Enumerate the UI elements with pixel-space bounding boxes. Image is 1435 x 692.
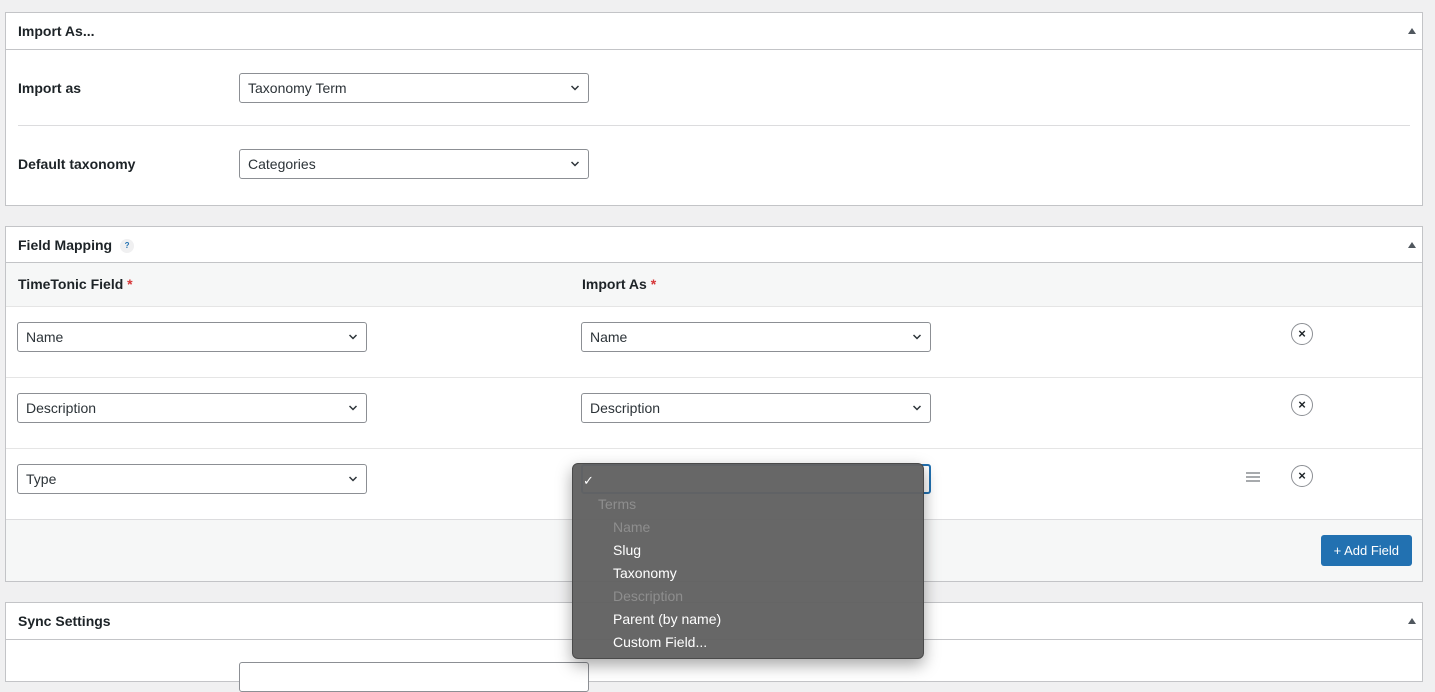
- chevron-down-icon: [349, 476, 357, 482]
- import-as-panel-header[interactable]: Import As...: [6, 13, 1422, 50]
- panel-title: Field Mapping?: [18, 237, 135, 253]
- import-as-select[interactable]: Taxonomy Term: [239, 73, 589, 103]
- chevron-down-icon: [913, 334, 921, 340]
- panel-title: Import As...: [18, 23, 95, 39]
- mapping-row: Name Name ×: [6, 306, 1422, 377]
- import-as-panel: Import As... Import as Taxonomy Term Def…: [5, 12, 1423, 206]
- drag-handle-icon[interactable]: [1246, 472, 1260, 482]
- select-value: Description: [26, 400, 97, 416]
- chevron-down-icon: [571, 161, 579, 167]
- column-header-label: TimeTonic Field: [18, 276, 124, 292]
- collapse-arrow-icon[interactable]: [1408, 618, 1416, 624]
- default-taxonomy-label: Default taxonomy: [18, 156, 136, 172]
- option-parent-by-name[interactable]: Parent (by name): [613, 609, 721, 629]
- option-slug[interactable]: Slug: [613, 540, 641, 560]
- collapse-arrow-icon[interactable]: [1408, 242, 1416, 248]
- column-header-timetonic-field: TimeTonic Field *: [18, 276, 133, 292]
- column-header-label: Import As: [582, 276, 647, 292]
- chevron-down-icon: [349, 334, 357, 340]
- option-custom-field[interactable]: Custom Field...: [613, 632, 707, 652]
- option-taxonomy[interactable]: Taxonomy: [613, 563, 677, 583]
- import-as-dropdown-menu: ✓ Terms Name Slug Taxonomy Description P…: [572, 463, 924, 659]
- chevron-down-icon: [349, 405, 357, 411]
- import-as-field-select[interactable]: Name: [581, 322, 931, 352]
- required-mark: *: [650, 276, 657, 292]
- panel-title: Sync Settings: [18, 613, 111, 629]
- remove-row-button[interactable]: ×: [1291, 394, 1313, 416]
- import-as-field-select[interactable]: Description: [581, 393, 931, 423]
- option-description: Description: [613, 588, 684, 604]
- collapse-arrow-icon[interactable]: [1408, 28, 1416, 34]
- field-mapping-panel-header[interactable]: Field Mapping?: [6, 227, 1422, 263]
- select-value: Name: [590, 329, 628, 345]
- default-taxonomy-select[interactable]: Categories: [239, 149, 589, 179]
- remove-row-button[interactable]: ×: [1291, 465, 1313, 487]
- add-field-button[interactable]: + Add Field: [1320, 535, 1412, 566]
- timetonic-field-select[interactable]: Name: [17, 322, 367, 352]
- mapping-row: Description Description ×: [6, 377, 1422, 448]
- default-taxonomy-select-value: Categories: [248, 156, 316, 172]
- option-name: Name: [613, 519, 651, 535]
- timetonic-field-select[interactable]: Description: [17, 393, 367, 423]
- column-header-import-as: Import As *: [582, 276, 656, 292]
- timetonic-field-select[interactable]: Type: [17, 464, 367, 494]
- sync-setting-select[interactable]: [239, 662, 589, 692]
- help-icon[interactable]: ?: [120, 239, 135, 253]
- select-value: Type: [26, 471, 57, 487]
- chevron-down-icon: [571, 85, 579, 91]
- required-mark: *: [127, 276, 133, 292]
- import-as-label: Import as: [18, 80, 82, 96]
- import-as-select-value: Taxonomy Term: [248, 80, 347, 96]
- chevron-down-icon: [913, 405, 921, 411]
- field-mapping-title: Field Mapping: [18, 237, 113, 253]
- select-value: Name: [26, 329, 64, 345]
- mapping-table-header: [6, 263, 1422, 306]
- option-group-label: Terms: [598, 496, 637, 512]
- checkmark-icon: ✓: [583, 473, 594, 488]
- divider: [18, 125, 1410, 126]
- select-value: Description: [590, 400, 661, 416]
- remove-row-button[interactable]: ×: [1291, 323, 1313, 345]
